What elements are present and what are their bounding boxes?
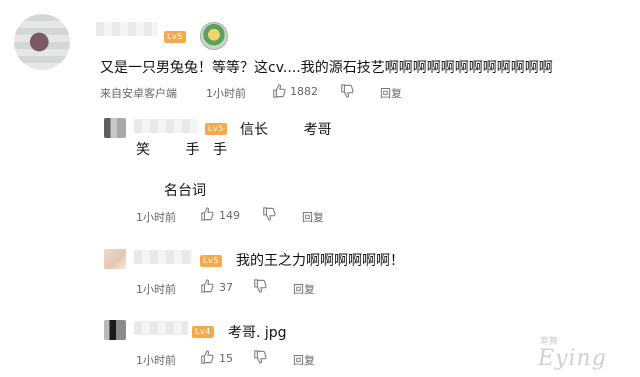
thumbs-down-icon[interactable] (340, 84, 354, 98)
reply-username-blurred[interactable] (134, 321, 188, 335)
reply-text-line2: 笑 手 手 (136, 142, 227, 158)
reply-username-blurred[interactable] (134, 119, 198, 133)
comment-text: 又是一只男兔兔！等等？这cv....我的源石技艺啊啊啊啊啊啊啊啊啊啊啊啊 (100, 60, 553, 76)
reply-button[interactable]: 回复 (380, 85, 402, 101)
reply-button[interactable]: 回复 (293, 352, 315, 368)
reply-time: 1小时前 (136, 354, 176, 367)
thumbs-up-icon[interactable] (272, 84, 286, 98)
reply-avatar[interactable] (104, 320, 126, 340)
thumbs-up-icon[interactable] (200, 279, 214, 293)
comment-time: 1小时前 (206, 87, 246, 100)
thumbs-up-icon[interactable] (200, 350, 214, 364)
thumbs-down-icon[interactable] (253, 350, 267, 364)
reply-button[interactable]: 回复 (302, 209, 324, 225)
like-count: 15 (219, 352, 233, 365)
level-badge-icon: Lv4 (192, 326, 214, 338)
medal-icon (200, 22, 228, 50)
thumbs-down-icon[interactable] (253, 279, 267, 293)
watermark-logo: Eying (538, 346, 607, 371)
like-count: 1882 (290, 85, 318, 98)
level-badge-icon: Lv5 (205, 123, 227, 135)
avatar[interactable] (14, 14, 70, 70)
like-count: 149 (219, 209, 240, 222)
reply-text: 考哥. jpg (228, 325, 287, 341)
thumbs-up-icon[interactable] (200, 207, 214, 221)
comment-source: 来自安卓客户端 (100, 87, 177, 100)
reply-text: 我的王之力啊啊啊啊啊啊！ (236, 253, 404, 269)
reply-username-blurred[interactable] (134, 250, 192, 264)
username-blurred[interactable] (96, 22, 158, 36)
reply-avatar[interactable] (104, 249, 126, 269)
level-badge-icon: Lv5 (164, 31, 186, 43)
reply-text-line3: 名台词 (164, 183, 206, 199)
like-count: 37 (219, 281, 233, 294)
level-badge-icon: Lv5 (200, 255, 222, 267)
reply-avatar[interactable] (104, 118, 126, 138)
reply-text-line1: 信长 考哥 (240, 122, 332, 138)
thumbs-down-icon[interactable] (262, 207, 276, 221)
reply-time: 1小时前 (136, 283, 176, 296)
reply-time: 1小时前 (136, 211, 176, 224)
reply-button[interactable]: 回复 (293, 281, 315, 297)
